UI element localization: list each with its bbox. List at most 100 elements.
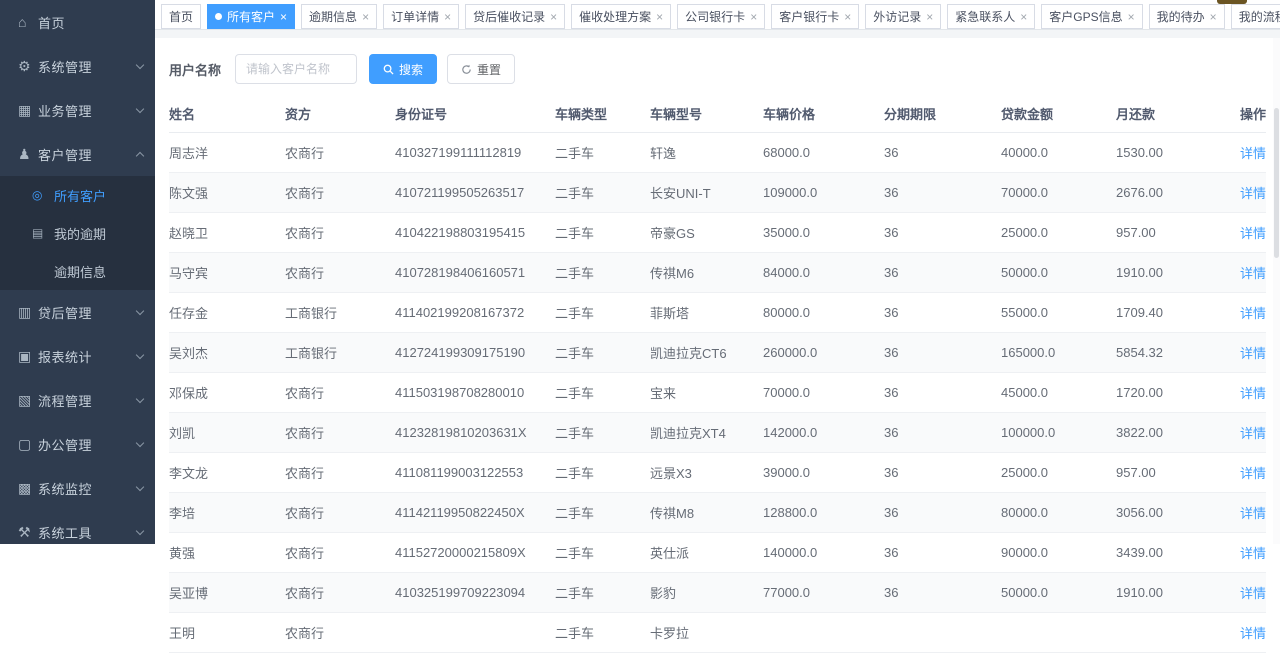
table-cell: 35000.0 (763, 213, 884, 253)
table-cell: 农商行 (285, 253, 395, 293)
search-button[interactable]: 搜索 (369, 54, 437, 84)
close-icon[interactable]: × (444, 11, 451, 23)
close-icon[interactable]: × (280, 11, 287, 23)
tab-bar: 首页所有客户×逾期信息×订单详情×贷后催收记录×催收处理方案×公司银行卡×客户银… (155, 0, 1280, 30)
sidebar-item[interactable]: ▣报表统计 (0, 334, 155, 378)
table-cell: 农商行 (285, 573, 395, 613)
sidebar-item[interactable]: ▢办公管理 (0, 422, 155, 466)
close-icon[interactable]: × (1020, 11, 1027, 23)
tab[interactable]: 首页 (161, 4, 201, 29)
tab-label: 订单详情 (391, 8, 439, 25)
table-cell: 957.00 (1116, 453, 1235, 493)
table-cell: 410728198406160571 (395, 253, 555, 293)
avatar[interactable] (1217, 0, 1247, 4)
close-icon[interactable]: × (844, 11, 851, 23)
sidebar-subitem[interactable]: 逾期信息 (0, 252, 155, 290)
table-cell (1001, 613, 1116, 653)
detail-link[interactable]: 详情 (1240, 546, 1266, 561)
sidebar-item[interactable]: ▩系统监控 (0, 466, 155, 510)
scrollbar-track[interactable] (1273, 38, 1280, 544)
tab[interactable]: 催收处理方案× (571, 4, 671, 29)
tab[interactable]: 客户银行卡× (771, 4, 859, 29)
table-cell: 二手车 (555, 573, 650, 613)
table-cell: 128800.0 (763, 493, 884, 533)
detail-link[interactable]: 详情 (1240, 386, 1266, 401)
table-cell: 二手车 (555, 613, 650, 653)
office-icon: ▢ (18, 436, 38, 453)
column-header: 操作 (1235, 96, 1266, 133)
detail-link[interactable]: 详情 (1240, 226, 1266, 241)
table-cell: 2676.00 (1116, 173, 1235, 213)
flow-icon: ▧ (18, 392, 38, 409)
tab[interactable]: 我的流程× (1231, 4, 1280, 29)
table-cell: 55000.0 (1001, 293, 1116, 333)
sidebar-item-label: 系统监控 (38, 479, 137, 498)
table-cell: 传祺M6 (650, 253, 763, 293)
sidebar-subitem[interactable]: ▤我的逾期 (0, 214, 155, 252)
column-header: 分期期限 (884, 96, 1001, 133)
detail-link[interactable]: 详情 (1240, 426, 1266, 441)
chevron-down-icon (136, 60, 144, 68)
tab[interactable]: 我的待办× (1149, 4, 1225, 29)
detail-link[interactable]: 详情 (1240, 586, 1266, 601)
detail-link[interactable]: 详情 (1240, 346, 1266, 361)
close-icon[interactable]: × (926, 11, 933, 23)
home-icon: ⌂ (18, 14, 38, 30)
table-cell: 36 (884, 293, 1001, 333)
detail-link[interactable]: 详情 (1240, 186, 1266, 201)
tab[interactable]: 贷后催收记录× (465, 4, 565, 29)
table-cell: 411081199003122553 (395, 453, 555, 493)
reset-button[interactable]: 重置 (447, 54, 515, 84)
detail-link[interactable]: 详情 (1240, 626, 1266, 641)
table-row: 任存金工商银行411402199208167372二手车菲斯塔80000.036… (169, 293, 1266, 333)
close-icon[interactable]: × (1128, 11, 1135, 23)
table-row: 邓保成农商行411503198708280010二手车宝来70000.03645… (169, 373, 1266, 413)
sidebar-item[interactable]: ⚙系统管理 (0, 44, 155, 88)
sidebar-subitem[interactable]: ◎所有客户 (0, 176, 155, 214)
table-cell: 二手车 (555, 533, 650, 573)
sidebar-menu: ⌂首页⚙系统管理▦业务管理♟客户管理◎所有客户▤我的逾期逾期信息▥贷后管理▣报表… (0, 0, 155, 554)
tab[interactable]: 外访记录× (865, 4, 941, 29)
table-cell: 36 (884, 453, 1001, 493)
table-cell: 陈文强 (169, 173, 285, 213)
tab[interactable]: 订单详情 × (383, 4, 459, 29)
table-cell: 马守宾 (169, 253, 285, 293)
detail-link[interactable]: 详情 (1240, 266, 1266, 281)
sidebar-item[interactable]: ♟客户管理 (0, 132, 155, 176)
close-icon[interactable]: × (656, 11, 663, 23)
table-cell: 凯迪拉克CT6 (650, 333, 763, 373)
table-cell: 411402199208167372 (395, 293, 555, 333)
grid-icon: ▦ (18, 102, 38, 119)
tab[interactable]: 紧急联系人× (947, 4, 1035, 29)
search-input[interactable] (235, 54, 357, 84)
close-icon[interactable]: × (550, 11, 557, 23)
detail-link[interactable]: 详情 (1240, 506, 1266, 521)
table-cell: 宝来 (650, 373, 763, 413)
table-cell: 1530.00 (1116, 133, 1235, 173)
scrollbar-thumb[interactable] (1274, 108, 1279, 258)
detail-link[interactable]: 详情 (1240, 466, 1266, 481)
table-cell: 165000.0 (1001, 333, 1116, 373)
close-icon[interactable]: × (1210, 11, 1217, 23)
sidebar-item[interactable]: ▦业务管理 (0, 88, 155, 132)
sidebar-item[interactable]: ▧流程管理 (0, 378, 155, 422)
sidebar-item[interactable]: ⌂首页 (0, 0, 155, 44)
tab[interactable]: 客户GPS信息× (1041, 4, 1142, 29)
close-icon[interactable]: × (362, 11, 369, 23)
detail-link[interactable]: 详情 (1240, 306, 1266, 321)
chevron-down-icon (136, 350, 144, 358)
sidebar-item[interactable]: ▥贷后管理 (0, 290, 155, 334)
detail-link[interactable]: 详情 (1240, 146, 1266, 161)
tab[interactable]: 逾期信息× (301, 4, 377, 29)
table-cell-actions: 详情 (1235, 213, 1266, 253)
sidebar-item[interactable]: ⚒系统工具 (0, 510, 155, 554)
close-icon[interactable]: × (750, 11, 757, 23)
table-cell: 吴刘杰 (169, 333, 285, 373)
table-cell: 77000.0 (763, 573, 884, 613)
tab-active[interactable]: 所有客户× (207, 4, 295, 29)
table-cell: 农商行 (285, 613, 395, 653)
table-cell: 农商行 (285, 373, 395, 413)
table-cell: 二手车 (555, 173, 650, 213)
table-cell: 260000.0 (763, 333, 884, 373)
tab[interactable]: 公司银行卡× (677, 4, 765, 29)
